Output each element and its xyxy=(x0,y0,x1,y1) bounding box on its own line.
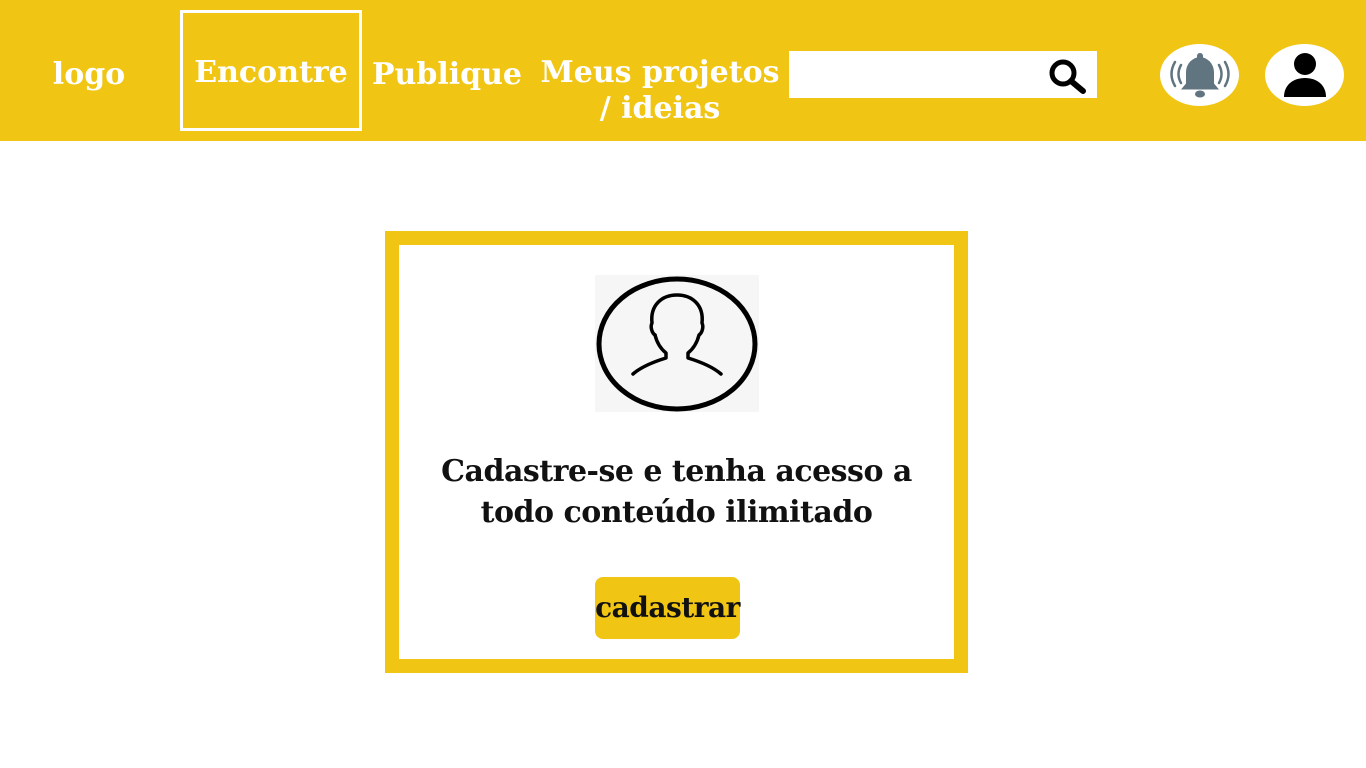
signup-message-line2: todo conteúdo ilimitado xyxy=(480,495,873,530)
signup-message-line1: Cadastre-se e tenha acesso a xyxy=(441,454,912,489)
cadastrar-button[interactable]: cadastrar xyxy=(595,577,740,639)
search-icon[interactable] xyxy=(1045,55,1089,95)
search-input[interactable] xyxy=(789,51,1037,98)
notifications-button[interactable] xyxy=(1160,44,1239,106)
avatar xyxy=(595,275,759,412)
signup-card: Cadastre-se e tenha acesso a todo conteú… xyxy=(385,231,968,673)
tab-encontre[interactable]: Encontre xyxy=(180,10,362,131)
signup-message: Cadastre-se e tenha acesso a todo conteú… xyxy=(419,451,934,533)
tab-encontre-label: Encontre xyxy=(194,55,348,90)
search-bar xyxy=(789,51,1097,98)
user-icon xyxy=(1284,53,1326,97)
tab-publique[interactable]: Publique xyxy=(372,57,522,93)
tab-meus-projetos[interactable]: Meus projetos / ideias xyxy=(540,55,780,127)
logo[interactable]: logo xyxy=(30,57,148,93)
tab-meus-projetos-line2: / ideias xyxy=(599,91,721,126)
bell-icon xyxy=(1170,53,1230,98)
user-avatar-icon xyxy=(596,276,758,412)
tab-meus-projetos-line1: Meus projetos xyxy=(540,55,780,90)
profile-button[interactable] xyxy=(1265,44,1344,106)
top-navigation-bar: logo Encontre Publique Meus projetos / i… xyxy=(0,0,1366,141)
